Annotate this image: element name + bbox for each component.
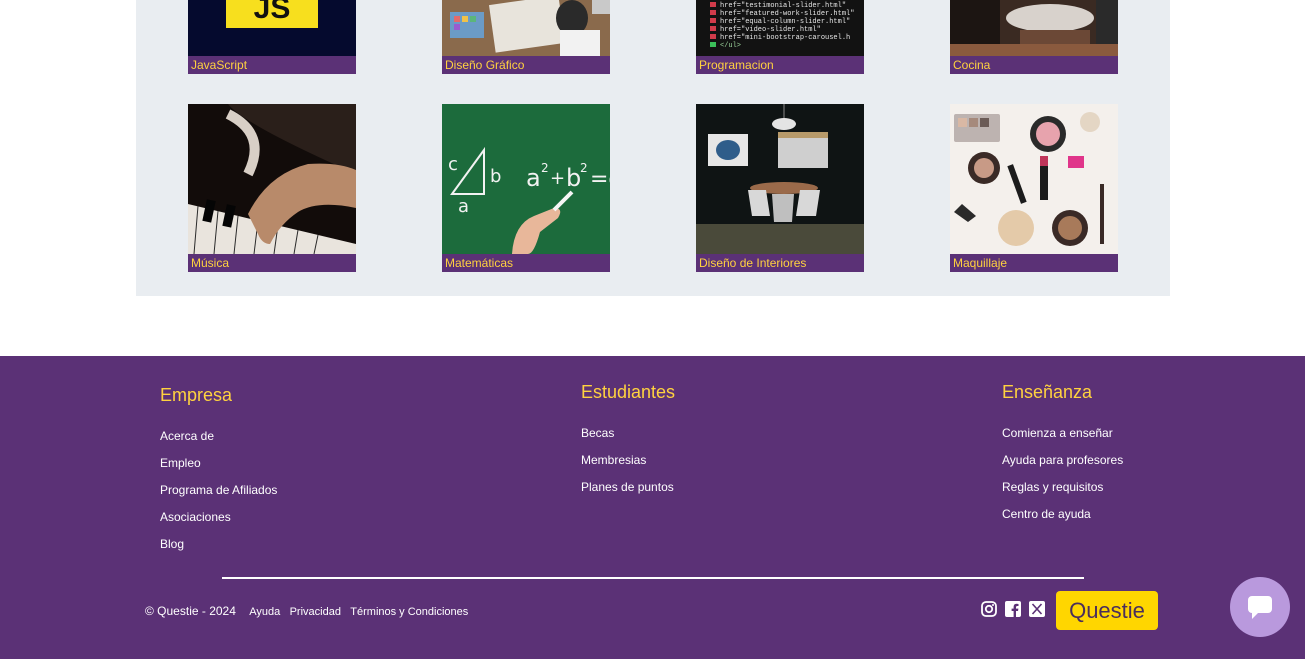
category-card-musica[interactable]: Música [188, 104, 356, 272]
footer-link-list: Acerca de Empleo Programa de Afiliados A… [160, 423, 277, 558]
chat-button[interactable] [1230, 577, 1290, 637]
footer-link-blog[interactable]: Blog [160, 531, 277, 558]
footer-legal-privacidad[interactable]: Privacidad [290, 606, 341, 618]
footer-link-membresias[interactable]: Membresias [581, 447, 675, 474]
svg-text:c: c [448, 154, 458, 175]
footer-column-title: Enseñanza [1002, 382, 1093, 402]
category-card-matematicas[interactable]: c b a a 2 + b 2 =c Matemáticas [442, 104, 610, 272]
footer-column-title: Estudiantes [581, 382, 676, 402]
site-footer: Empresa Acerca de Empleo Programa de Afi… [0, 356, 1305, 659]
copyright-text: © Questie - 2024 [145, 604, 236, 618]
javascript-logo-image: JS [188, 0, 356, 56]
category-label: Música [188, 254, 356, 272]
category-label: Maquillaje [950, 254, 1118, 272]
kitchen-image [950, 0, 1118, 56]
category-label: Diseño de Interiores [696, 254, 864, 272]
svg-text:2: 2 [541, 161, 549, 175]
footer-link-comienza-ensenar[interactable]: Comienza a enseñar [1002, 420, 1123, 447]
footer-column-title: Empresa [160, 385, 233, 405]
dining-room-image [696, 104, 864, 254]
svg-text:href="video-slider.html": href="video-slider.html" [720, 26, 821, 34]
piano-image [188, 104, 356, 254]
chat-bubble-icon [1248, 596, 1272, 619]
scrollbar[interactable] [1305, 0, 1313, 659]
footer-link-asociaciones[interactable]: Asociaciones [160, 504, 277, 531]
category-label: Programacion [696, 56, 864, 74]
footer-column-empresa: Empresa Acerca de Empleo Programa de Afi… [160, 385, 277, 558]
svg-text:href="equal-column-slider.html: href="equal-column-slider.html" [720, 18, 850, 26]
svg-text:+: + [550, 168, 565, 189]
category-card-diseno-interiores[interactable]: Diseño de Interiores [696, 104, 864, 272]
footer-divider [222, 577, 1084, 579]
footer-legal-ayuda[interactable]: Ayuda [249, 606, 280, 618]
footer-link-list: Becas Membresias Planes de puntos [581, 420, 675, 501]
questie-brand-button[interactable]: Questie [1056, 591, 1158, 630]
footer-link-planes-puntos[interactable]: Planes de puntos [581, 474, 675, 501]
footer-column-estudiantes: Estudiantes Becas Membresias Planes de p… [581, 382, 675, 501]
svg-text:href="featured-work-slider.htm: href="featured-work-slider.html" [720, 10, 854, 18]
svg-text:a: a [458, 196, 469, 217]
svg-text:b: b [566, 164, 581, 192]
facebook-icon[interactable] [1005, 601, 1021, 617]
svg-text:JS: JS [254, 0, 291, 25]
svg-text:b: b [490, 166, 501, 187]
footer-link-centro-ayuda[interactable]: Centro de ayuda [1002, 501, 1123, 528]
svg-text:</ul>: </ul> [720, 42, 741, 50]
category-card-javascript[interactable]: JS JavaScript [188, 0, 356, 74]
category-card-programacion[interactable]: href="testimonial-slider.html" href="fea… [696, 0, 864, 74]
category-card-maquillaje[interactable]: Maquillaje [950, 104, 1118, 272]
svg-text:2: 2 [580, 161, 588, 175]
category-label: Cocina [950, 56, 1118, 74]
makeup-flatlay-image [950, 104, 1118, 254]
designer-desk-image [442, 0, 610, 56]
svg-text:href="mini-bootstrap-carousel.: href="mini-bootstrap-carousel.h [720, 34, 850, 42]
footer-column-ensenanza: Enseñanza Comienza a enseñar Ayuda para … [1002, 382, 1123, 528]
instagram-icon[interactable] [981, 601, 997, 617]
footer-link-ayuda-profesores[interactable]: Ayuda para profesores [1002, 447, 1123, 474]
footer-link-afiliados[interactable]: Programa de Afiliados [160, 477, 277, 504]
footer-link-empleo[interactable]: Empleo [160, 450, 277, 477]
footer-link-acerca-de[interactable]: Acerca de [160, 423, 277, 450]
svg-text:a: a [526, 164, 541, 192]
footer-link-reglas[interactable]: Reglas y requisitos [1002, 474, 1123, 501]
footer-link-becas[interactable]: Becas [581, 420, 675, 447]
category-card-cocina[interactable]: Cocina [950, 0, 1118, 74]
category-label: Diseño Gráfico [442, 56, 610, 74]
svg-text:href="testimonial-slider.html": href="testimonial-slider.html" [720, 2, 846, 10]
footer-legal-terminos[interactable]: Términos y Condiciones [350, 606, 468, 618]
svg-text:=c: =c [590, 167, 610, 192]
category-card-diseno-grafico[interactable]: Diseño Gráfico [442, 0, 610, 74]
footer-bottom-bar: © Questie - 2024 Ayuda Privacidad Términ… [145, 604, 474, 618]
chalkboard-math-image: c b a a 2 + b 2 =c [442, 104, 610, 254]
code-screen-image: href="testimonial-slider.html" href="fea… [696, 0, 864, 56]
footer-link-list: Comienza a enseñar Ayuda para profesores… [1002, 420, 1123, 528]
category-label: Matemáticas [442, 254, 610, 272]
category-label: JavaScript [188, 56, 356, 74]
x-icon[interactable] [1029, 601, 1045, 617]
category-grid: JS JavaScript Diseño Gráfico href="testi… [136, 0, 1170, 296]
